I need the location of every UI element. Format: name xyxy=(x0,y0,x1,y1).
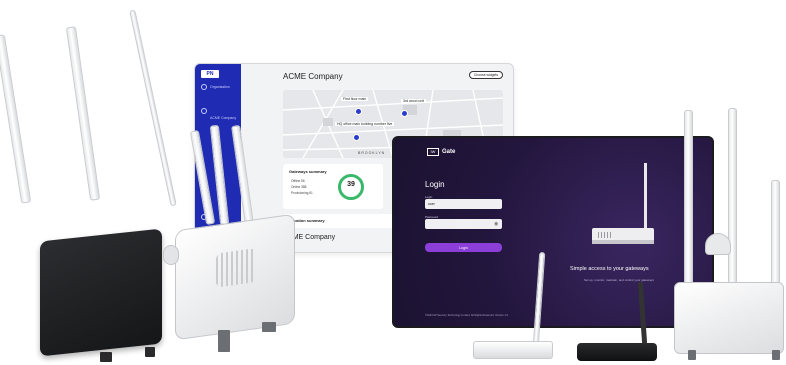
vent-grille xyxy=(216,248,256,288)
map-pin-icon[interactable] xyxy=(353,134,360,141)
black-router-device xyxy=(577,343,657,361)
login-footer: ©2023 IW Security Technology Limited. Al… xyxy=(425,314,509,317)
page-title: ACME Company xyxy=(283,72,343,81)
connector-icon xyxy=(218,330,230,352)
white-router-device xyxy=(473,341,553,359)
username-input[interactable] xyxy=(425,199,502,209)
map-label: First floor main xyxy=(341,97,369,101)
right-gateway-device xyxy=(674,282,784,354)
login-tagline: Simple access to your gateways xyxy=(570,266,649,272)
gateway-stat: Online 388 xyxy=(291,185,307,189)
antenna-icon xyxy=(129,9,177,207)
connector-icon xyxy=(772,350,780,360)
antenna-icon xyxy=(728,108,737,288)
login-tagline-sub: Set up, monitor, maintain, and control y… xyxy=(584,278,654,282)
dashboard-logo: PN xyxy=(201,70,219,78)
map-label: HQ office main building number five xyxy=(335,122,395,126)
connector-icon xyxy=(145,347,155,357)
map-street-label: BROOKLYN xyxy=(358,151,386,155)
gateways-summary-title: Gateways summary xyxy=(289,169,327,174)
connector-icon xyxy=(688,350,696,360)
dark-gateway-device xyxy=(40,228,162,357)
map-label: 3rd wood unit xyxy=(401,99,427,103)
map-pin-icon[interactable] xyxy=(355,108,362,115)
eye-icon[interactable]: ◉ xyxy=(494,221,498,227)
sidebar-item-company[interactable]: ACME Company xyxy=(210,116,236,120)
connector-icon xyxy=(100,352,112,362)
gps-dome xyxy=(705,233,731,255)
login-logo-text: Gate xyxy=(442,149,456,155)
antenna-icon xyxy=(65,26,101,201)
antenna-icon xyxy=(684,110,693,285)
login-screen: IW Gate Login Login Password ◉ Login Sim… xyxy=(392,136,714,328)
white-gateway-device xyxy=(175,213,295,341)
login-button[interactable]: Login xyxy=(425,243,502,252)
router-illustration-icon xyxy=(592,163,654,244)
org-icon[interactable] xyxy=(201,84,207,90)
gateways-total: 39 xyxy=(347,181,355,188)
password-input[interactable] xyxy=(425,219,502,229)
sidebar-item-organisation[interactable]: Organisation xyxy=(210,85,230,89)
gateways-summary-card: Gateways summary Offline 56 Online 388 P… xyxy=(283,164,383,209)
mount-bracket xyxy=(163,245,179,265)
antenna-icon xyxy=(0,34,32,204)
gateway-stat: Offline 56 xyxy=(291,179,305,183)
login-logo-mark: IW xyxy=(427,148,439,156)
gateway-stat: Provisioning 61 xyxy=(291,191,313,195)
choose-widgets-button[interactable]: Choose widgets xyxy=(469,71,503,79)
antenna-icon xyxy=(771,180,780,285)
company-icon[interactable] xyxy=(201,108,207,114)
map-pin-icon[interactable] xyxy=(401,110,408,117)
connector-icon xyxy=(262,322,276,332)
login-title: Login xyxy=(425,180,445,189)
